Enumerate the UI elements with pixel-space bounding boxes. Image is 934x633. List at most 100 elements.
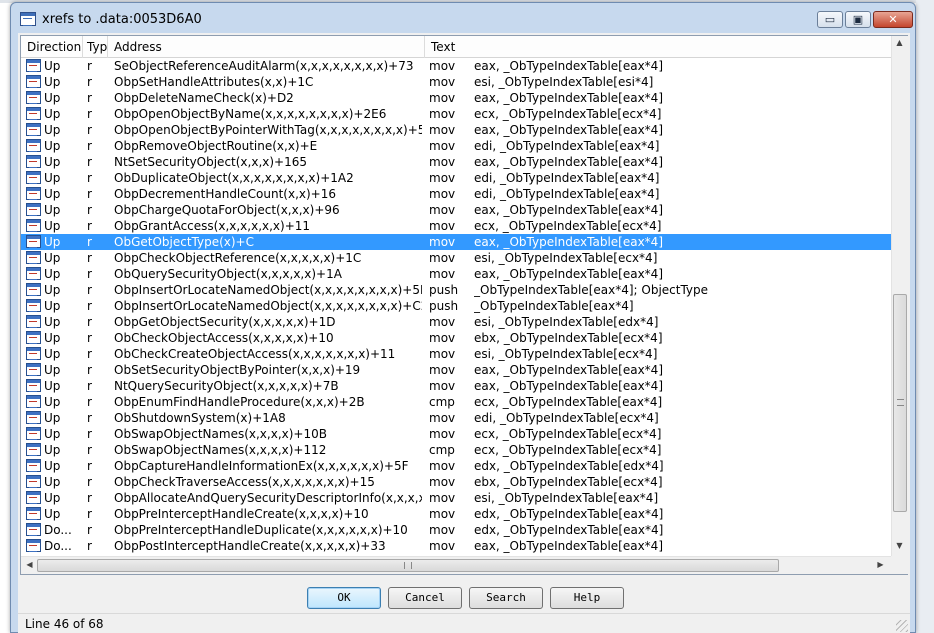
column-header-text[interactable]: Text	[425, 36, 891, 58]
table-row[interactable]: Up r ObpInsertOrLocateNamedObject(x,x,x,x,…	[21, 282, 891, 298]
xrefs-list[interactable]: Direction Typ Address Text Up r SeObjectRe…	[20, 35, 908, 575]
cell-direction: Up	[44, 139, 61, 153]
horizontal-scrollbar[interactable]: ◀ ▶	[21, 556, 891, 574]
table-row[interactable]: Up r ObpPreInterceptHandleCreate(x,x,x,x)+…	[21, 506, 891, 522]
cell-operands: eax, _ObTypeIndexTable[eax*4]	[474, 267, 663, 281]
table-row[interactable]: Up r ObCheckCreateObjectAccess(x,x,x,x,x,x…	[21, 346, 891, 362]
xref-read-icon	[26, 251, 41, 264]
table-row[interactable]: Up r ObpCheckTraverseAccess(x,x,x,x,x,x,x)…	[21, 474, 891, 490]
cell-mnemonic: mov	[429, 411, 456, 425]
cell-direction: Up	[44, 59, 61, 73]
table-row[interactable]: Up r ObpDeleteNameCheck(x)+D2 mov eax, _ObTy…	[21, 90, 891, 106]
cell-operands: ecx, _ObTypeIndexTable[ecx*4]	[474, 107, 662, 121]
resize-grip-icon[interactable]	[896, 620, 908, 632]
xref-read-icon	[26, 123, 41, 136]
cell-operands: eax, _ObTypeIndexTable[eax*4]	[474, 379, 663, 393]
column-header-type[interactable]: Typ	[83, 36, 108, 58]
table-row[interactable]: Up r ObpDecrementHandleCount(x,x)+16 mov edi…	[21, 186, 891, 202]
table-row[interactable]: Up r ObSwapObjectNames(x,x,x,x)+112 cmp ecx,…	[21, 442, 891, 458]
table-row[interactable]: Up r ObSwapObjectNames(x,x,x,x)+10B mov ecx,…	[21, 426, 891, 442]
vertical-scrollbar[interactable]: ▲ ▼	[891, 36, 908, 556]
xref-read-icon	[26, 379, 41, 392]
cell-operands: eax, _ObTypeIndexTable[eax*4]	[474, 539, 663, 553]
column-header-address[interactable]: Address	[108, 36, 425, 58]
cell-operands: esi, _ObTypeIndexTable[ecx*4]	[474, 251, 658, 265]
cell-direction: Up	[44, 491, 61, 505]
table-row[interactable]: Up r ObQuerySecurityObject(x,x,x,x,x)+1A mo…	[21, 266, 891, 282]
cell-mnemonic: mov	[429, 251, 456, 265]
cell-address: ObCheckObjectAccess(x,x,x,x,x)+10	[114, 331, 334, 345]
cell-direction: Up	[44, 411, 61, 425]
table-row[interactable]: Up r ObpGetObjectSecurity(x,x,x,x,x)+1D mov…	[21, 314, 891, 330]
table-row[interactable]: Up r ObpChargeQuotaForObject(x,x,x)+96 mov e…	[21, 202, 891, 218]
column-header-direction[interactable]: Direction	[21, 36, 83, 58]
cell-mnemonic: mov	[429, 155, 456, 169]
scroll-up-arrow-icon[interactable]: ▲	[892, 38, 907, 47]
cell-type: r	[87, 203, 92, 217]
cell-address: ObpDeleteNameCheck(x)+D2	[114, 91, 294, 105]
table-row[interactable]: Up r NtSetSecurityObject(x,x,x)+165 mov eax,…	[21, 154, 891, 170]
maximize-button[interactable]: ▣	[845, 11, 871, 28]
cell-direction: Do...	[44, 523, 72, 537]
cell-type: r	[87, 475, 92, 489]
xref-read-icon	[26, 347, 41, 360]
scroll-left-arrow-icon[interactable]: ◀	[22, 560, 37, 569]
title-bar[interactable]: xrefs to .data:0053D6A0 ▭ ▣ ✕	[11, 3, 915, 33]
table-row[interactable]: Do... r ObpPostInterceptHandleCreate(x,x,x…	[21, 538, 891, 554]
table-row[interactable]: Up r SeObjectReferenceAuditAlarm(x,x,x,x,x…	[21, 58, 891, 74]
table-row[interactable]: Up r ObpAllocateAndQuerySecurityDescriptor…	[21, 490, 891, 506]
cancel-button[interactable]: Cancel	[388, 587, 462, 609]
cell-operands: eax, _ObTypeIndexTable[eax*4]	[474, 363, 663, 377]
xref-read-icon	[26, 459, 41, 472]
table-row[interactable]: Up r ObDuplicateObject(x,x,x,x,x,x,x,x)+1A…	[21, 170, 891, 186]
cell-operands: edi, _ObTypeIndexTable[eax*4]	[474, 171, 660, 185]
table-row[interactable]: Up r ObCheckObjectAccess(x,x,x,x,x)+10 mov e…	[21, 330, 891, 346]
table-row[interactable]: Up r ObpInsertOrLocateNamedObject(x,x,x,x,…	[21, 298, 891, 314]
scrollbar-corner	[891, 556, 908, 574]
cell-address: ObpPostInterceptHandleCreate(x,x,x,x,x)+…	[114, 539, 386, 553]
scroll-right-arrow-icon[interactable]: ▶	[873, 560, 888, 569]
horizontal-scroll-thumb[interactable]	[37, 559, 779, 572]
xref-read-icon	[26, 219, 41, 232]
cell-operands: edx, _ObTypeIndexTable[eax*4]	[474, 507, 664, 521]
cell-type: r	[87, 523, 92, 537]
table-row[interactable]: Up r ObpRemoveObjectRoutine(x,x)+E mov edi, …	[21, 138, 891, 154]
table-row[interactable]: Up r ObpOpenObjectByPointerWithTag(x,x,x,x…	[21, 122, 891, 138]
cell-operands: esi, _ObTypeIndexTable[eax*4]	[474, 491, 659, 505]
cell-address: ObpPreInterceptHandleDuplicate(x,x,x,x,x…	[114, 523, 408, 537]
cell-mnemonic: mov	[429, 315, 456, 329]
cell-direction: Up	[44, 315, 61, 329]
table-row[interactable]: Up r ObShutdownSystem(x)+1A8 mov edi, _ObTyp…	[21, 410, 891, 426]
table-row[interactable]: Up r NtQuerySecurityObject(x,x,x,x,x)+7B mo…	[21, 378, 891, 394]
cell-type: r	[87, 283, 92, 297]
table-row[interactable]: Up r ObpSetHandleAttributes(x,x)+1C mov esi,…	[21, 74, 891, 90]
close-button[interactable]: ✕	[873, 11, 913, 28]
cell-mnemonic: mov	[429, 459, 456, 473]
xrefs-dialog: xrefs to .data:0053D6A0 ▭ ▣ ✕ Direction …	[10, 2, 916, 633]
table-row[interactable]: Up r ObpCaptureHandleInformationEx(x,x,x,x…	[21, 458, 891, 474]
scroll-down-arrow-icon[interactable]: ▼	[892, 541, 907, 550]
cell-address: ObpCheckTraverseAccess(x,x,x,x,x,x,x)+15	[114, 475, 375, 489]
help-button[interactable]: Help	[550, 587, 624, 609]
table-row[interactable]: Up r ObpGrantAccess(x,x,x,x,x,x)+11 mov ecx,…	[21, 218, 891, 234]
cell-direction: Up	[44, 155, 61, 169]
minimize-button[interactable]: ▭	[817, 11, 843, 28]
xref-read-icon	[26, 507, 41, 520]
table-row[interactable]: Do... r ObpPreInterceptHandleDuplicate(x,x…	[21, 522, 891, 538]
table-row[interactable]: Up r ObpOpenObjectByName(x,x,x,x,x,x,x,x)+…	[21, 106, 891, 122]
table-row-selected[interactable]: Up r ObGetObjectType(x)+C mov eax, _ObTypeIn…	[21, 234, 891, 250]
cell-mnemonic: cmp	[429, 443, 455, 457]
cell-type: r	[87, 443, 92, 457]
search-button[interactable]: Search	[469, 587, 543, 609]
table-row[interactable]: Up r ObSetSecurityObjectByPointer(x,x,x)+1…	[21, 362, 891, 378]
table-row[interactable]: Up r ObpCheckObjectReference(x,x,x,x,x)+1C…	[21, 250, 891, 266]
cell-address: ObSetSecurityObjectByPointer(x,x,x)+19	[114, 363, 361, 377]
cell-address: ObpGrantAccess(x,x,x,x,x,x)+11	[114, 219, 311, 233]
table-row[interactable]: Up r ObpEnumFindHandleProcedure(x,x,x)+2B c…	[21, 394, 891, 410]
cell-type: r	[87, 347, 92, 361]
cell-mnemonic: mov	[429, 363, 456, 377]
status-line-count: Line 46 of 68	[25, 617, 104, 631]
vertical-scroll-thumb[interactable]	[893, 294, 907, 512]
cell-mnemonic: mov	[429, 187, 456, 201]
ok-button[interactable]: OK	[307, 587, 381, 609]
